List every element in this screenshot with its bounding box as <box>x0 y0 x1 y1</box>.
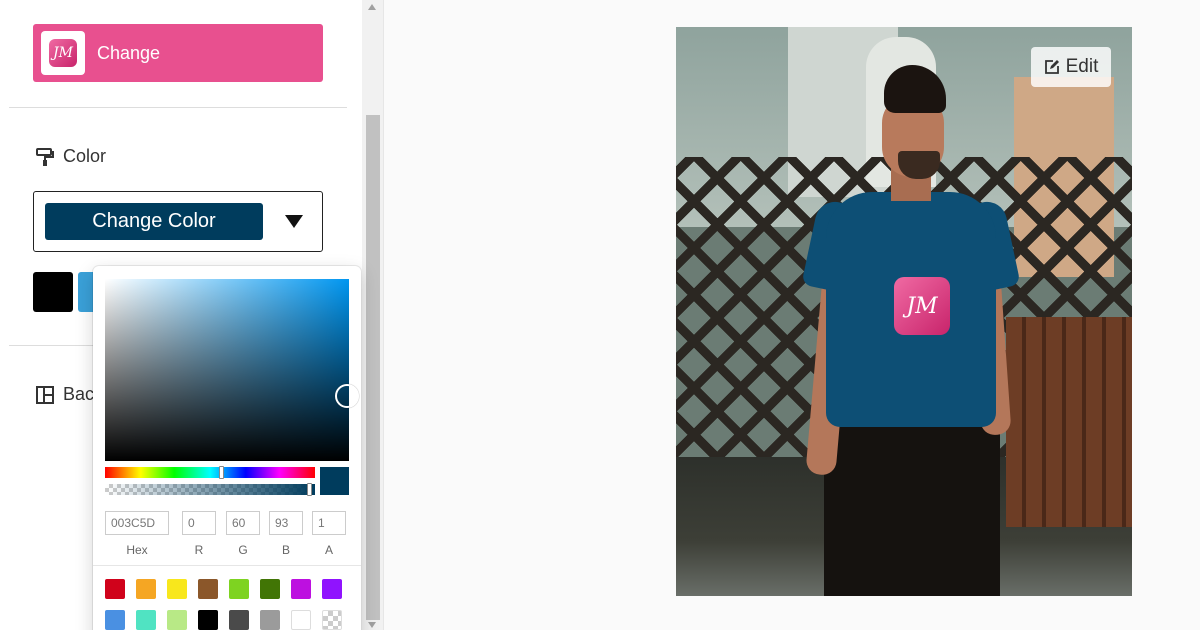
preset-color-swatch[interactable] <box>136 579 156 599</box>
model-pants <box>824 417 1000 596</box>
background-section-title: Bac <box>35 384 94 405</box>
alpha-slider[interactable] <box>105 484 315 495</box>
paint-roller-icon <box>36 147 54 166</box>
section-divider <box>9 107 347 108</box>
change-logo-button[interactable]: JM Change <box>33 24 323 82</box>
hex-label: Hex <box>126 543 148 557</box>
color-preview-swatch <box>320 467 349 495</box>
scroll-down-icon[interactable] <box>368 622 376 628</box>
preset-color-swatch[interactable] <box>260 579 280 599</box>
color-section-title: Color <box>35 146 106 167</box>
preset-color-swatch[interactable] <box>105 610 125 630</box>
preset-color-swatch[interactable] <box>198 579 218 599</box>
product-preview-image: JM <box>676 27 1132 596</box>
background-title-text: Bac <box>63 384 95 404</box>
alpha-handle[interactable] <box>307 483 312 496</box>
tshirt-logo-icon[interactable]: JM <box>894 277 950 335</box>
preset-color-swatch[interactable] <box>322 610 342 630</box>
preset-color-swatch[interactable] <box>105 579 125 599</box>
green-label: G <box>238 543 248 557</box>
saturation-handle[interactable] <box>335 384 359 408</box>
edit-icon <box>1044 60 1059 74</box>
red-input[interactable] <box>182 511 216 535</box>
change-logo-label: Change <box>97 42 161 63</box>
scrollbar-thumb[interactable] <box>366 115 380 620</box>
change-color-label: Change Color <box>45 203 263 240</box>
scroll-up-icon[interactable] <box>368 4 376 10</box>
layout-icon <box>36 385 54 404</box>
logo-thumbnail: JM <box>41 31 85 75</box>
color-title-text: Color <box>63 146 107 166</box>
saturation-area[interactable] <box>105 279 349 461</box>
blue-label: B <box>281 543 290 557</box>
edit-label: Edit <box>1065 56 1099 77</box>
preset-color-swatch[interactable] <box>291 579 311 599</box>
alpha-input[interactable] <box>312 511 346 535</box>
preset-color-swatch[interactable] <box>229 610 249 630</box>
wooden-fence <box>1006 317 1132 527</box>
change-color-dropdown[interactable]: Change Color <box>33 191 323 252</box>
picker-divider <box>93 565 361 566</box>
edit-button[interactable]: Edit <box>1031 47 1111 87</box>
color-picker-popup: Hex R G B A <box>93 266 361 630</box>
green-input[interactable] <box>226 511 260 535</box>
blue-input[interactable] <box>269 511 303 535</box>
alpha-label: A <box>324 543 333 557</box>
preset-color-swatch[interactable] <box>167 610 187 630</box>
preset-color-swatch[interactable] <box>291 610 311 630</box>
hex-input[interactable] <box>105 511 169 535</box>
preset-color-swatch[interactable] <box>322 579 342 599</box>
preset-color-swatch[interactable] <box>136 610 156 630</box>
caret-down-icon <box>285 215 303 228</box>
preset-color-swatch[interactable] <box>198 610 218 630</box>
preset-color-swatch[interactable] <box>260 610 280 630</box>
color-swatch-black[interactable] <box>33 272 73 312</box>
preset-color-swatch[interactable] <box>167 579 187 599</box>
brand-logo-icon: JM <box>49 39 77 67</box>
preset-color-swatch[interactable] <box>229 579 249 599</box>
hue-slider[interactable] <box>105 467 315 478</box>
red-label: R <box>194 543 204 557</box>
hue-handle[interactable] <box>219 466 224 479</box>
